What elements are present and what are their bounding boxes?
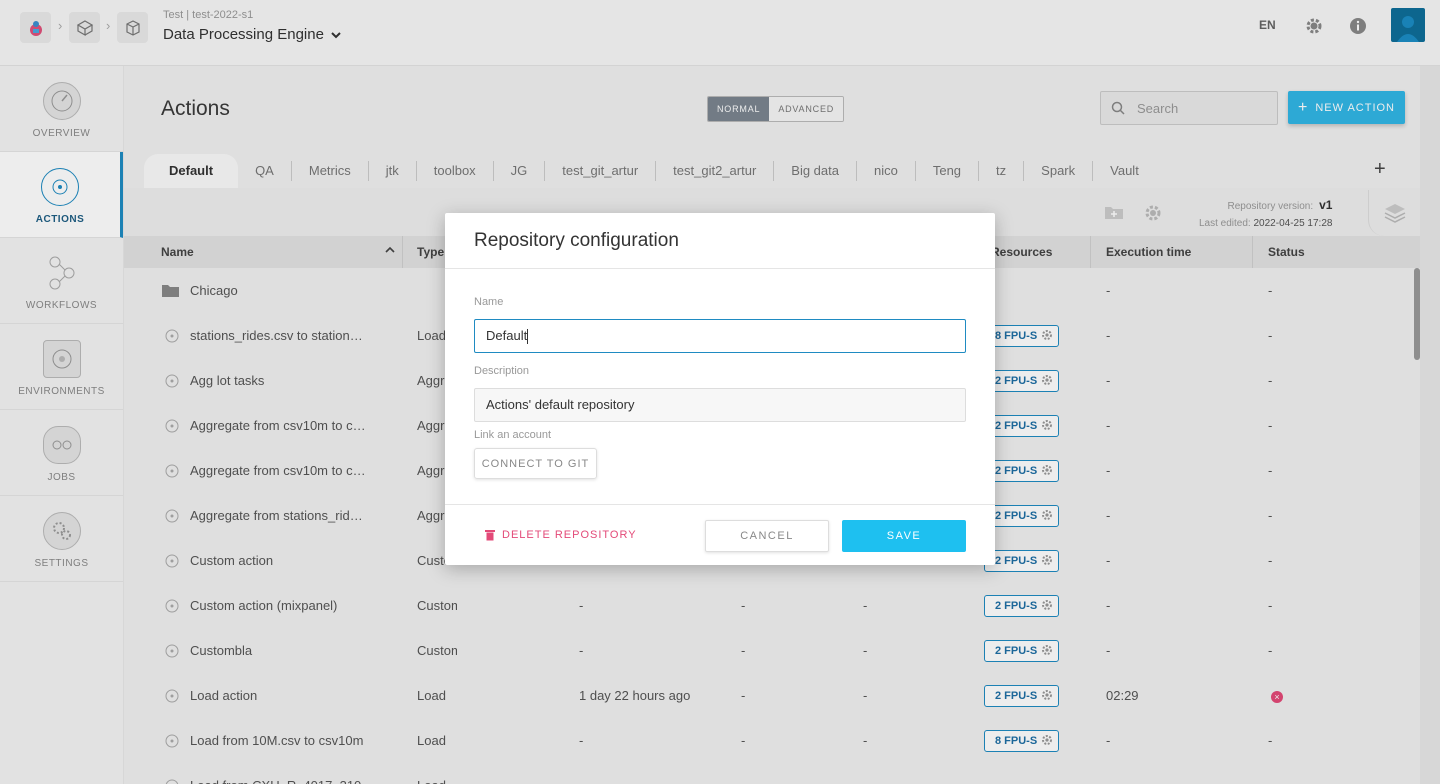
delete-label: DELETE REPOSITORY — [502, 529, 637, 541]
connect-to-git-button[interactable]: CONNECT TO GIT — [474, 448, 597, 479]
cancel-button[interactable]: CANCEL — [705, 520, 829, 552]
save-button[interactable]: SAVE — [842, 520, 966, 552]
delete-repository-button[interactable]: DELETE REPOSITORY — [485, 529, 637, 541]
dialog-title: Repository configuration — [445, 213, 995, 269]
text-cursor — [527, 329, 529, 345]
description-label: Description — [474, 365, 530, 377]
description-field[interactable]: Actions' default repository — [474, 388, 966, 422]
name-label: Name — [474, 296, 504, 308]
link-account-label: Link an account — [474, 429, 552, 441]
dialog-footer: DELETE REPOSITORY CANCEL SAVE — [445, 504, 995, 565]
repository-config-dialog: Repository configuration Name Default De… — [445, 213, 995, 565]
name-field[interactable]: Default — [474, 319, 966, 353]
trash-icon — [485, 530, 495, 541]
name-value: Default — [486, 328, 528, 343]
